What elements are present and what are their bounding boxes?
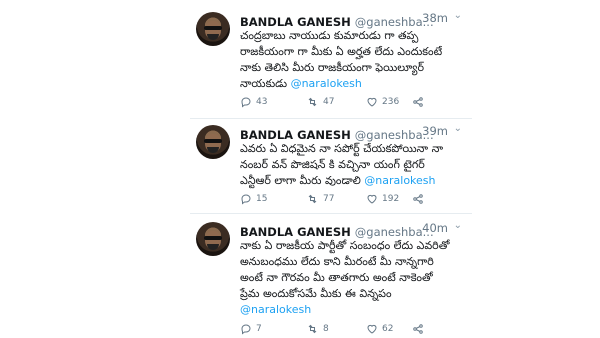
timestamp[interactable]: 38m <box>422 11 448 25</box>
share-icon <box>413 97 423 107</box>
like-icon <box>367 194 377 204</box>
avatar[interactable] <box>196 125 230 159</box>
reply-icon <box>241 194 251 205</box>
tweet-header: BANDLA GANESH @ganeshba... 39m ⌄ <box>240 123 470 142</box>
reply-button[interactable]: 43 <box>240 96 267 108</box>
tweet-actions: 7 8 62 <box>240 323 466 337</box>
retweet-icon <box>308 324 317 334</box>
tweet-line: ఎవరు ఏ విధమైన నా సపోర్ట్ చేయకపోయినా నా <box>240 142 444 155</box>
tweet-text: చంద్రబాబు నాయుడు కుమారుడు గా తప్ప రాజకీయ… <box>240 28 466 92</box>
share-button[interactable] <box>412 96 424 108</box>
reply-count: 43 <box>256 97 268 107</box>
author-name[interactable]: BANDLA GANESH <box>240 225 351 239</box>
reply-icon <box>241 97 251 108</box>
reply-button[interactable]: 7 <box>240 323 262 335</box>
like-button[interactable]: 62 <box>366 323 393 335</box>
retweet-count: 47 <box>323 97 335 107</box>
tweet-text: ఎవరు ఏ విధమైన నా సపోర్ట్ చేయకపోయినా నా న… <box>240 141 466 189</box>
tweet-3[interactable]: BANDLA GANESH @ganeshba... 40m ⌄ నాకు ఏ ర… <box>190 214 472 338</box>
like-icon <box>367 324 377 334</box>
tweet-text: నాకు ఏ రాజకీయ పార్టీతో సంబంధం లేదు ఎవరిత… <box>240 238 466 318</box>
tweet-line: రాజకీయంగా గా మీకు ఏ అర్హత లేదు ఎందుకంటే <box>240 45 443 58</box>
chevron-down-icon[interactable]: ⌄ <box>454 123 462 134</box>
mention-link[interactable]: @naralokesh <box>364 174 435 187</box>
retweet-button[interactable]: 47 <box>306 96 334 108</box>
retweet-count: 8 <box>323 324 329 334</box>
tweet-line: ప్రేమ అందుకోసమే మీకు ఈ విన్నపం <box>240 287 392 300</box>
timestamp[interactable]: 39m <box>422 124 448 138</box>
tweet-line: నంబర్ వన్ పొజిషన్ కి వచ్చినా యంగ్ టైగర్ <box>240 158 425 171</box>
avatar[interactable] <box>196 222 230 256</box>
reply-icon <box>241 324 251 335</box>
like-count: 62 <box>382 324 394 334</box>
chevron-down-icon[interactable]: ⌄ <box>454 10 462 21</box>
tweet-line: నాయకుడు <box>240 77 288 90</box>
reply-button[interactable]: 15 <box>240 193 267 205</box>
retweet-icon <box>308 194 317 204</box>
tweet-1[interactable]: BANDLA GANESH @ganeshba... 38m ⌄ చంద్రబాబ… <box>190 0 472 118</box>
tweet-line: చంద్రబాబు నాయుడు కుమారుడు గా తప్ప <box>240 29 419 42</box>
tweet-header: BANDLA GANESH @ganeshba... 40m ⌄ <box>240 220 470 239</box>
timestamp[interactable]: 40m <box>422 221 448 235</box>
share-icon <box>413 194 423 204</box>
like-count: 192 <box>382 194 400 204</box>
share-button[interactable] <box>412 193 424 205</box>
tweet-actions: 43 47 236 <box>240 96 466 110</box>
like-button[interactable]: 236 <box>366 96 399 108</box>
avatar[interactable] <box>196 12 230 46</box>
mention-link[interactable]: @naralokesh <box>291 77 362 90</box>
tweet-header: BANDLA GANESH @ganeshba... 38m ⌄ <box>240 10 470 29</box>
like-icon <box>367 97 377 107</box>
chevron-down-icon[interactable]: ⌄ <box>454 220 462 231</box>
tweet-feed: BANDLA GANESH @ganeshba... 38m ⌄ చంద్రబాబ… <box>190 0 472 338</box>
tweet-2[interactable]: BANDLA GANESH @ganeshba... 39m ⌄ ఎవరు ఏ వ… <box>190 119 472 213</box>
retweet-count: 77 <box>323 194 335 204</box>
tweet-line: నాకు ఏ రాజకీయ పార్టీతో సంబంధం లేదు ఎవరిత… <box>240 239 450 252</box>
tweet-line: అంటే నా గౌరవం మీ తాతగారు అంటే నాకెంతో <box>240 271 433 284</box>
tweet-line: ఎన్టీఆర్ లాగా మీరు వుండాలి <box>240 174 361 187</box>
retweet-button[interactable]: 77 <box>306 193 334 205</box>
author-name[interactable]: BANDLA GANESH <box>240 15 351 29</box>
like-count: 236 <box>382 97 400 107</box>
like-button[interactable]: 192 <box>366 193 399 205</box>
retweet-icon <box>308 97 317 107</box>
tweet-actions: 15 77 192 <box>240 193 466 207</box>
author-name[interactable]: BANDLA GANESH <box>240 128 351 142</box>
share-icon <box>413 324 423 334</box>
reply-count: 15 <box>256 194 268 204</box>
share-button[interactable] <box>412 323 424 335</box>
retweet-button[interactable]: 8 <box>306 323 329 335</box>
tweet-line: అనుబంధము లేదు కాని మీరంటే మీ నాన్నగారి <box>240 255 434 268</box>
mention-link[interactable]: @naralokesh <box>240 302 466 318</box>
reply-count: 7 <box>256 324 262 334</box>
tweet-line: నాకు తెలిసి మీరు రాజకీయంగా ఫెయిల్యూర్ <box>240 61 424 74</box>
